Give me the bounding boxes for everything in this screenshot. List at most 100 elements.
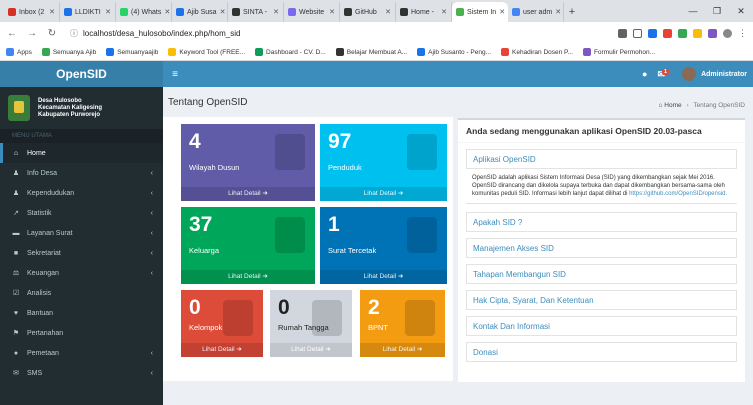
about-link-item[interactable]: Tahapan Membangun SID — [466, 264, 737, 284]
stat-detail-link[interactable]: Lihat Detail ➜ — [181, 187, 315, 201]
maximize-icon[interactable]: ❐ — [705, 6, 729, 17]
extension-icon[interactable] — [708, 28, 717, 38]
bookmark-item[interactable]: Belajar Membuat A... — [335, 48, 407, 56]
bookmark-item[interactable]: Formulir Permohon... — [582, 48, 655, 56]
bookmark-item[interactable]: Keyword Tool (FREE... — [168, 48, 245, 56]
sidebar-item-kependudukan[interactable]: ♟ Kependudukan ‹ — [0, 183, 163, 203]
tab-close-icon[interactable]: ✕ — [273, 8, 279, 16]
stat-detail-link[interactable]: Lihat Detail ➜ — [270, 343, 352, 357]
breadcrumb: ⌂ Home › Tentang OpenSID — [659, 102, 745, 109]
sidebar-item-layanan-surat[interactable]: ▬ Layanan Surat ‹ — [0, 223, 163, 243]
browser-tab[interactable]: Home - ✕ — [396, 2, 452, 22]
tab-close-icon[interactable]: ✕ — [220, 8, 226, 16]
bookmark-item[interactable]: Semuanyaajib — [106, 48, 158, 56]
sidebar-item-home[interactable]: ⌂ Home — [0, 143, 163, 163]
app-logo[interactable]: OpenSID — [0, 61, 163, 87]
extension-icon[interactable] — [648, 28, 657, 38]
sidebar-item-pemetaan[interactable]: ● Pemetaan ‹ — [0, 343, 163, 363]
sidebar-item-analisis[interactable]: ☑ Analisis — [0, 283, 163, 303]
navbar-right: ● ✉1 Administrator — [642, 67, 753, 81]
browser-tab[interactable]: (4) Whats ✕ — [116, 2, 172, 22]
bookmark-label: Ajib Susanto - Peng... — [428, 48, 491, 56]
menu-toggle-icon[interactable]: ≡ — [165, 69, 185, 80]
browser-tab[interactable]: Sistem In ✕ — [452, 2, 508, 22]
sidebar-item-sekretariat[interactable]: ■ Sekretariat ‹ — [0, 243, 163, 263]
github-link[interactable]: https://github.com/OpenSID/opensid. — [629, 191, 727, 197]
key-icon[interactable] — [618, 28, 627, 38]
tab-close-icon[interactable]: ✕ — [49, 8, 55, 16]
info-icon[interactable]: ⓘ — [70, 28, 78, 39]
stat-background-icon — [407, 134, 437, 170]
village-name: Desa Hulosobo — [38, 97, 82, 104]
tab-label: user adm — [523, 8, 553, 16]
extension-icon[interactable] — [663, 28, 672, 38]
bookmark-item[interactable]: Kehadiran Dosen P... — [501, 48, 573, 56]
new-tab-button[interactable]: + — [564, 2, 580, 22]
tab-label: Website — [299, 8, 325, 16]
chevron-left-icon: ‹ — [150, 209, 153, 217]
back-icon[interactable]: ← — [6, 28, 18, 39]
minimize-icon[interactable]: — — [681, 6, 705, 16]
about-link-item[interactable]: Hak Cipta, Syarat, Dan Ketentuan — [466, 290, 737, 310]
forward-icon[interactable]: → — [26, 28, 38, 39]
heart-icon: ♥ — [13, 309, 19, 317]
village-panel: Desa Hulosobo Kecamatan Kaligesing Kabup… — [0, 87, 163, 129]
bookmark-item[interactable]: Dashboard - CV. D... — [255, 48, 326, 56]
tab-close-icon[interactable]: ✕ — [555, 8, 561, 16]
extension-icon[interactable] — [693, 28, 702, 38]
close-window-icon[interactable]: ✕ — [729, 6, 753, 17]
browser-tab[interactable]: Inbox (2 ✕ — [4, 2, 60, 22]
browser-tab[interactable]: user adm ✕ — [508, 2, 564, 22]
bookmark-item[interactable]: Semuanya Ajib — [41, 48, 97, 56]
tab-close-icon[interactable]: ✕ — [499, 8, 505, 16]
sidebar-item-keuangan[interactable]: ⚖ Keuangan ‹ — [0, 263, 163, 283]
bookmark-item[interactable]: Apps — [6, 48, 32, 56]
about-link-item[interactable]: Manajemen Akses SID — [466, 238, 737, 258]
breadcrumb-home[interactable]: Home — [664, 102, 681, 109]
mail-icon[interactable]: ✉1 — [657, 68, 672, 80]
reload-icon[interactable]: ↻ — [46, 28, 58, 39]
stat-label: Surat Tercetak — [328, 246, 377, 255]
more-icon[interactable]: ⋮ — [738, 28, 747, 39]
breadcrumb-current: Tentang OpenSID — [693, 102, 745, 109]
sidebar-item-statistik[interactable]: ↗ Statistik ‹ — [0, 203, 163, 223]
notification-badge: 1 — [662, 68, 670, 75]
about-link-item[interactable]: Donasi — [466, 342, 737, 362]
bookmark-item[interactable]: Ajib Susanto - Peng... — [417, 48, 491, 56]
profile-icon[interactable] — [723, 28, 732, 38]
stat-detail-link[interactable]: Lihat Detail ➜ — [181, 343, 263, 357]
stat-detail-link[interactable]: Lihat Detail ➜ — [181, 270, 315, 284]
tab-close-icon[interactable]: ✕ — [164, 8, 170, 16]
stat-background-icon — [275, 217, 305, 253]
chat-icon[interactable]: ● — [642, 69, 647, 79]
tab-close-icon[interactable]: ✕ — [441, 8, 447, 16]
stat-detail-link[interactable]: Lihat Detail ➜ — [320, 187, 447, 201]
user-menu[interactable]: Administrator — [682, 67, 747, 81]
browser-tab[interactable]: GitHub ✕ — [340, 2, 396, 22]
stat-label: Penduduk — [328, 163, 362, 172]
stat-detail-link[interactable]: Lihat Detail ➜ — [360, 343, 445, 357]
url-field[interactable]: ⓘ localhost/desa_hulosobo/index.php/hom_… — [66, 25, 486, 41]
browser-tab[interactable]: Website ✕ — [284, 2, 340, 22]
browser-tab[interactable]: Ajib Susa ✕ — [172, 2, 228, 22]
about-link-item[interactable]: Kontak Dan Informasi — [466, 316, 737, 336]
tab-close-icon[interactable]: ✕ — [105, 8, 111, 16]
extension-icon[interactable] — [678, 28, 687, 38]
sidebar-item-bantuan[interactable]: ♥ Bantuan — [0, 303, 163, 323]
sidebar-item-sms[interactable]: ✉ SMS ‹ — [0, 363, 163, 383]
stat-background-icon — [407, 217, 437, 253]
tab-close-icon[interactable]: ✕ — [385, 8, 391, 16]
sidebar-item-label: Layanan Surat — [27, 229, 73, 237]
stat-detail-link[interactable]: Lihat Detail ➜ — [320, 270, 447, 284]
users-icon: ♟ — [12, 170, 20, 177]
section-aplikasi-opensid[interactable]: Aplikasi OpenSID — [466, 149, 737, 169]
browser-tab[interactable]: SINTA - ✕ — [228, 2, 284, 22]
sidebar-item-pertanahan[interactable]: ⚑ Pertanahan — [0, 323, 163, 343]
about-link-item[interactable]: Apakah SID ? — [466, 212, 737, 232]
tab-close-icon[interactable]: ✕ — [329, 8, 335, 16]
bookmark-label: Semuanya Ajib — [52, 48, 97, 56]
sidebar-item-label: Pertanahan — [27, 329, 64, 337]
star-icon[interactable] — [633, 28, 642, 38]
browser-tab[interactable]: LLDIKTI ✕ — [60, 2, 116, 22]
sidebar-item-info-desa[interactable]: ♟ Info Desa ‹ — [0, 163, 163, 183]
